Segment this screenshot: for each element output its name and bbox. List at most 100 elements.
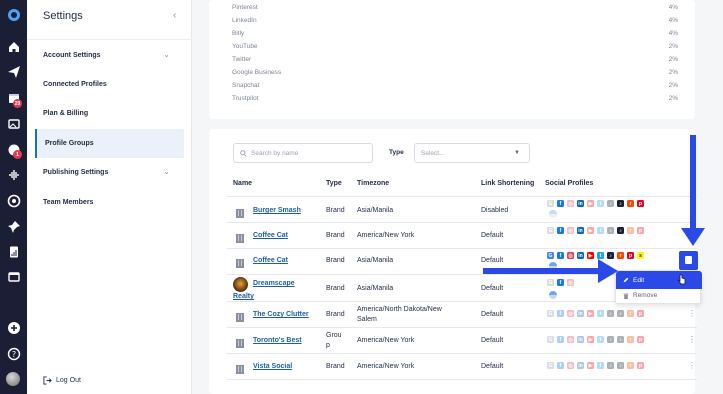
linkedin-icon: in (577, 310, 584, 317)
help-icon[interactable]: ? (5, 345, 22, 362)
row-actions-icon[interactable]: ⋮ (688, 335, 696, 344)
building-icon (235, 230, 245, 243)
home-icon[interactable] (5, 38, 22, 55)
row-actions-icon[interactable]: ⋮ (688, 309, 696, 318)
twitter-icon: t (597, 227, 604, 234)
linkedin-icon: in (577, 362, 584, 369)
column-header-link-shortening[interactable]: Link Shortening (481, 180, 534, 187)
edit-menu-item[interactable]: Edit (616, 271, 702, 289)
collapse-sidebar-icon[interactable]: ‹ (173, 10, 176, 21)
sidebar-item-team-members[interactable]: Team Members (35, 188, 184, 217)
pin-icon[interactable] (5, 218, 22, 235)
group-type: Grou (326, 332, 342, 339)
row-actions-icon[interactable]: ⋮ (688, 361, 696, 370)
type-filter-select[interactable]: Select... ▼ (414, 143, 530, 163)
network-row: Snapchat 2% (232, 82, 678, 89)
group-timezone: Asia/Manila (357, 285, 394, 292)
row-divider (227, 222, 697, 223)
chat-icon[interactable] (5, 192, 22, 209)
google-icon: G (547, 200, 554, 207)
column-header-timezone[interactable]: Timezone (357, 180, 389, 187)
group-name-link[interactable]: Toronto's Best (253, 336, 302, 345)
group-type: Brand (326, 232, 345, 239)
group-name-link[interactable]: Coffee Cat (253, 256, 288, 265)
chevron-down-icon: ⌄ (163, 50, 170, 59)
user-avatar[interactable] (6, 372, 20, 386)
twitter-icon: t (597, 310, 604, 317)
logout-icon (43, 376, 52, 385)
google-icon: G (547, 227, 554, 234)
tiktok-icon: ♪ (617, 200, 624, 207)
network-row: LinkedIn 4% (232, 17, 678, 24)
instagram-icon: ◎ (567, 310, 574, 317)
type-filter-label: Type (389, 149, 404, 156)
group-name-link[interactable]: The Cozy Clutter (253, 310, 309, 319)
group-name-link[interactable]: Dreamscape (253, 279, 295, 288)
sidebar-item-publishing-settings[interactable]: Publishing Settings ⌄ (35, 158, 184, 187)
search-placeholder: Search by name (251, 149, 299, 157)
linkedin-icon: in (577, 336, 584, 343)
logo-icon[interactable] (5, 6, 22, 23)
youtube-icon: ▶ (587, 336, 594, 343)
facebook-icon: f (557, 200, 564, 207)
browser-icon[interactable] (5, 268, 22, 285)
reddit-icon: r (627, 227, 634, 234)
facebook-icon: f (557, 252, 564, 259)
facebook-icon: f (557, 336, 564, 343)
settings-sidebar: Settings ‹ Account Settings ⌄ Connected … (27, 0, 192, 394)
social-profiles: G f ◎ in ▶ t ♪ ♪ r p (547, 336, 644, 343)
remove-menu-item[interactable]: Remove (623, 292, 657, 299)
group-link-shortening: Default (481, 337, 504, 344)
youtube-icon: ▶ (587, 362, 594, 369)
column-header-type[interactable]: Type (326, 180, 342, 187)
group-type: Brand (326, 285, 345, 292)
google-icon: G (547, 336, 554, 343)
instagram-icon: ◎ (567, 227, 574, 234)
instagram-icon: ◎ (567, 336, 574, 343)
logout-button[interactable]: Log Out (43, 376, 81, 385)
annotation-arrow-right (483, 268, 603, 274)
reports-icon[interactable] (5, 243, 22, 260)
pencil-icon (623, 277, 629, 283)
building-icon (235, 309, 245, 322)
column-header-social-profiles[interactable]: Social Profiles (545, 180, 593, 187)
annotation-arrow-down (690, 135, 696, 235)
pinterest-icon: p (637, 227, 644, 234)
sidebar-item-profile-groups[interactable]: Profile Groups (35, 129, 184, 158)
row-actions-menu: Edit Remove (615, 270, 702, 304)
group-name-link[interactable]: Realty (233, 292, 254, 301)
group-timezone: America/North Dakota/New (357, 306, 442, 313)
group-type: Brand (326, 257, 345, 264)
square-icon (685, 256, 692, 264)
sidebar-item-connected-profiles[interactable]: Connected Profiles (35, 70, 184, 99)
column-header-name[interactable]: Name (233, 180, 252, 187)
group-name-link[interactable]: Coffee Cat (253, 231, 288, 240)
group-timezone: America/New York (357, 337, 415, 344)
sidebar-item-plan-billing[interactable]: Plan & Billing (35, 99, 184, 128)
group-link-shortening: Default (481, 285, 504, 292)
sidebar-item-label: Profile Groups (45, 140, 94, 147)
listening-icon[interactable] (5, 166, 22, 183)
search-input[interactable]: Search by name (233, 143, 373, 163)
media-icon[interactable] (5, 115, 22, 132)
group-name-link[interactable]: Vista Social (253, 362, 292, 371)
sidebar-title: Settings (43, 10, 83, 22)
youtube-icon: ▶ (587, 252, 594, 259)
google-icon: G (547, 310, 554, 317)
reddit-icon: r (627, 362, 634, 369)
building-icon (235, 205, 245, 218)
linkedin-icon: in (577, 252, 584, 259)
tiktok-icon: ♪ (607, 362, 614, 369)
group-name-link[interactable]: Burger Smash (253, 206, 301, 215)
row-actions-button[interactable] (679, 251, 698, 270)
sidebar-item-account-settings[interactable]: Account Settings ⌄ (35, 41, 184, 70)
group-type: Brand (326, 311, 345, 318)
annotation-arrow-down-head (681, 228, 705, 246)
twitter-icon: t (597, 336, 604, 343)
send-icon[interactable] (5, 63, 22, 80)
row-divider (227, 196, 697, 197)
add-icon[interactable] (5, 319, 22, 336)
sidebar-item-label: Team Members (43, 199, 94, 206)
icon-rail: 29 1 ? (0, 0, 27, 394)
tiktok-icon: ♪ (607, 200, 614, 207)
